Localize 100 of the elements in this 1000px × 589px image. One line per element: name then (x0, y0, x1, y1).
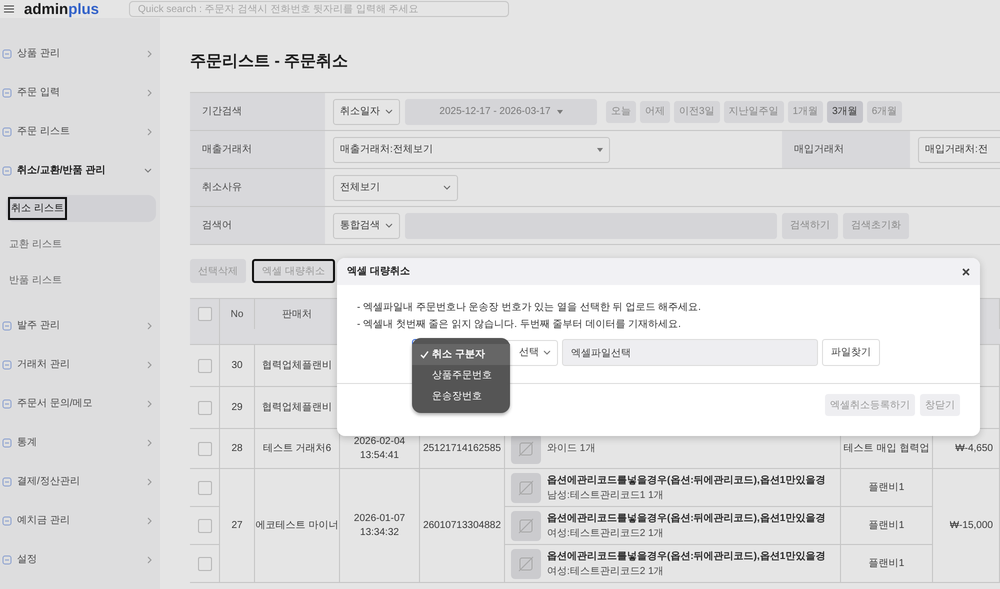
table-cell: 테스트 매입 협력업 (844, 442, 930, 456)
menu-item-icon (2, 166, 12, 176)
file-field[interactable]: 엑셀파일선택 (562, 339, 818, 366)
chevron-right-icon (147, 516, 152, 524)
table-cell: 플랜비1 (868, 556, 904, 570)
menu-item-icon (2, 88, 12, 98)
filter-label: 기간검색 (190, 93, 325, 130)
menu-item-icon (2, 516, 12, 526)
dropdown-item[interactable]: 운송장번호 (412, 386, 510, 407)
chevron-down-icon (144, 168, 152, 173)
select-field[interactable]: 전체보기 (333, 174, 458, 200)
sidebar-item[interactable]: 주문서 문의/메모 (0, 384, 160, 423)
menu-item-icon (2, 48, 12, 58)
sidebar-item[interactable]: 예치금 관리 (0, 501, 160, 540)
table-cell: 플랜비1 (868, 518, 904, 532)
table-cell: 플랜비1 (868, 480, 904, 494)
select-field[interactable]: 통합검색 (333, 212, 400, 238)
chevron-right-icon (147, 556, 152, 564)
sidebar-item[interactable]: 주문 입력 (0, 73, 160, 112)
menu-item-icon (2, 320, 12, 330)
file-browse-button[interactable]: 파일찾기 (822, 339, 880, 366)
table-cell: 30 (220, 345, 255, 386)
menu-item-icon (2, 554, 12, 564)
submenu-item[interactable]: 취소 리스트 (6, 194, 156, 222)
date-preset-button[interactable]: 3개월 (827, 100, 863, 122)
sidebar-item[interactable]: 상품 관리 (0, 34, 160, 73)
column-header: No (220, 299, 255, 329)
chevron-right-icon (147, 50, 152, 58)
chevron-right-icon (147, 438, 152, 446)
filter-label: 취소사유 (190, 169, 325, 206)
menu-item-icon (2, 126, 12, 136)
product-name: 옵션에관리코드를넣을경우(옵션:뒤에관리코드),옵션1만있을경 (547, 550, 826, 564)
chevron-right-icon (147, 478, 152, 486)
check-icon (420, 350, 429, 359)
table-cell: 에코테스트 마이너 (255, 469, 340, 582)
select-field[interactable]: 매입거래처:전 (918, 136, 1000, 162)
table-cell: ₩-15,000 (950, 518, 993, 532)
sidebar-item[interactable]: 발주 관리 (0, 306, 160, 345)
table-cell: 2026-02-04 13:54:41 (354, 434, 406, 462)
image-placeholder-icon (511, 434, 541, 464)
modal-title: 엑셀 대량취소 (347, 265, 410, 279)
menu-icon (4, 5, 14, 13)
submenu-item[interactable]: 교환 리스트 (6, 230, 156, 258)
chevron-down-icon (385, 109, 393, 114)
caret-down-icon (556, 110, 563, 114)
close-icon[interactable] (962, 268, 970, 276)
checkbox[interactable] (198, 480, 212, 494)
table-cell: 25121714162585 (423, 442, 501, 456)
instruction-text: - 엑셀내 첫번째 줄은 읽지 않습니다. 두번째 줄부터 데이터를 기재하세요. (357, 318, 682, 332)
table-cell: ₩-4,650 (955, 442, 993, 456)
image-placeholder-icon (511, 510, 541, 540)
chevron-right-icon (147, 128, 152, 136)
product-option: 여성:테스트관리코드2 1개 (547, 526, 826, 540)
product-option: 와이드 1개 (547, 441, 596, 456)
product-option: 여성:테스트관리코드2 1개 (547, 564, 826, 578)
page-title: 주문리스트 - 주문취소 (190, 52, 350, 72)
select-field[interactable]: 취소일자 (333, 98, 400, 124)
sidebar-item[interactable]: 거래처 관리 (0, 345, 160, 384)
sidebar-item[interactable]: 결제/정산관리 (0, 462, 160, 501)
checkbox[interactable] (198, 307, 212, 321)
chevron-down-icon (443, 185, 451, 190)
sidebar-item[interactable]: 주문 리스트 (0, 112, 160, 151)
menu-item-icon (2, 360, 12, 370)
checkbox[interactable] (198, 358, 212, 372)
checkbox[interactable] (198, 518, 212, 532)
instruction-text: - 엑셀파일내 주문번호나 운송장 번호가 있는 열을 선택한 뒤 업로드 해주세요. (357, 301, 702, 315)
filter-label: 매입거래처 (782, 131, 910, 168)
submenu-item[interactable]: 반품 리스트 (6, 266, 156, 294)
table-cell: 26010713304882 (423, 518, 501, 532)
product-name: 옵션에관리코드를넣을경우(옵션:뒤에관리코드),옵션1만있을경 (547, 512, 826, 526)
dropdown-item[interactable]: 취소 구분자 (412, 344, 510, 365)
logo[interactable]: adminplus (24, 2, 100, 16)
table-cell: 28 (220, 429, 255, 468)
image-placeholder-icon (511, 472, 541, 502)
table-cell: 2026-01-07 13:34:32 (354, 512, 406, 540)
chevron-down-icon (543, 350, 551, 355)
filter-label: 매출거래처 (190, 131, 325, 168)
select-field[interactable]: 매출거래처:전체보기 (333, 136, 610, 162)
caret-down-icon (597, 148, 603, 152)
menu-item-icon (2, 398, 12, 408)
table-cell: 29 (220, 387, 255, 428)
sidebar-item[interactable]: 설정 (0, 540, 160, 579)
sidebar-item[interactable]: 통계 (0, 423, 160, 462)
product-option: 남성:테스트관리코드1 1개 (547, 488, 826, 502)
checkbox[interactable] (198, 400, 212, 414)
search-field[interactable]: Quick search : 주문자 검색시 전화번호 뒷자리를 입력해 주세요 (129, 1, 510, 17)
checkbox[interactable] (198, 442, 212, 456)
chevron-right-icon (147, 322, 152, 330)
menu-item-icon (2, 476, 12, 486)
image-placeholder-icon (511, 548, 541, 578)
checkbox[interactable] (198, 556, 212, 570)
chevron-right-icon (147, 400, 152, 408)
product-name: 옵션에관리코드를넣을경우(옵션:뒤에관리코드),옵션1만있을경 (547, 474, 826, 488)
sidebar-item[interactable]: 취소/교환/반품 관리 (0, 151, 160, 190)
chevron-down-icon (385, 223, 393, 228)
filter-label: 검색어 (190, 207, 325, 244)
chevron-right-icon (147, 88, 152, 96)
chevron-right-icon (147, 360, 152, 368)
menu-item-icon (2, 438, 12, 448)
dropdown-item[interactable]: 상품주문번호 (412, 365, 510, 386)
